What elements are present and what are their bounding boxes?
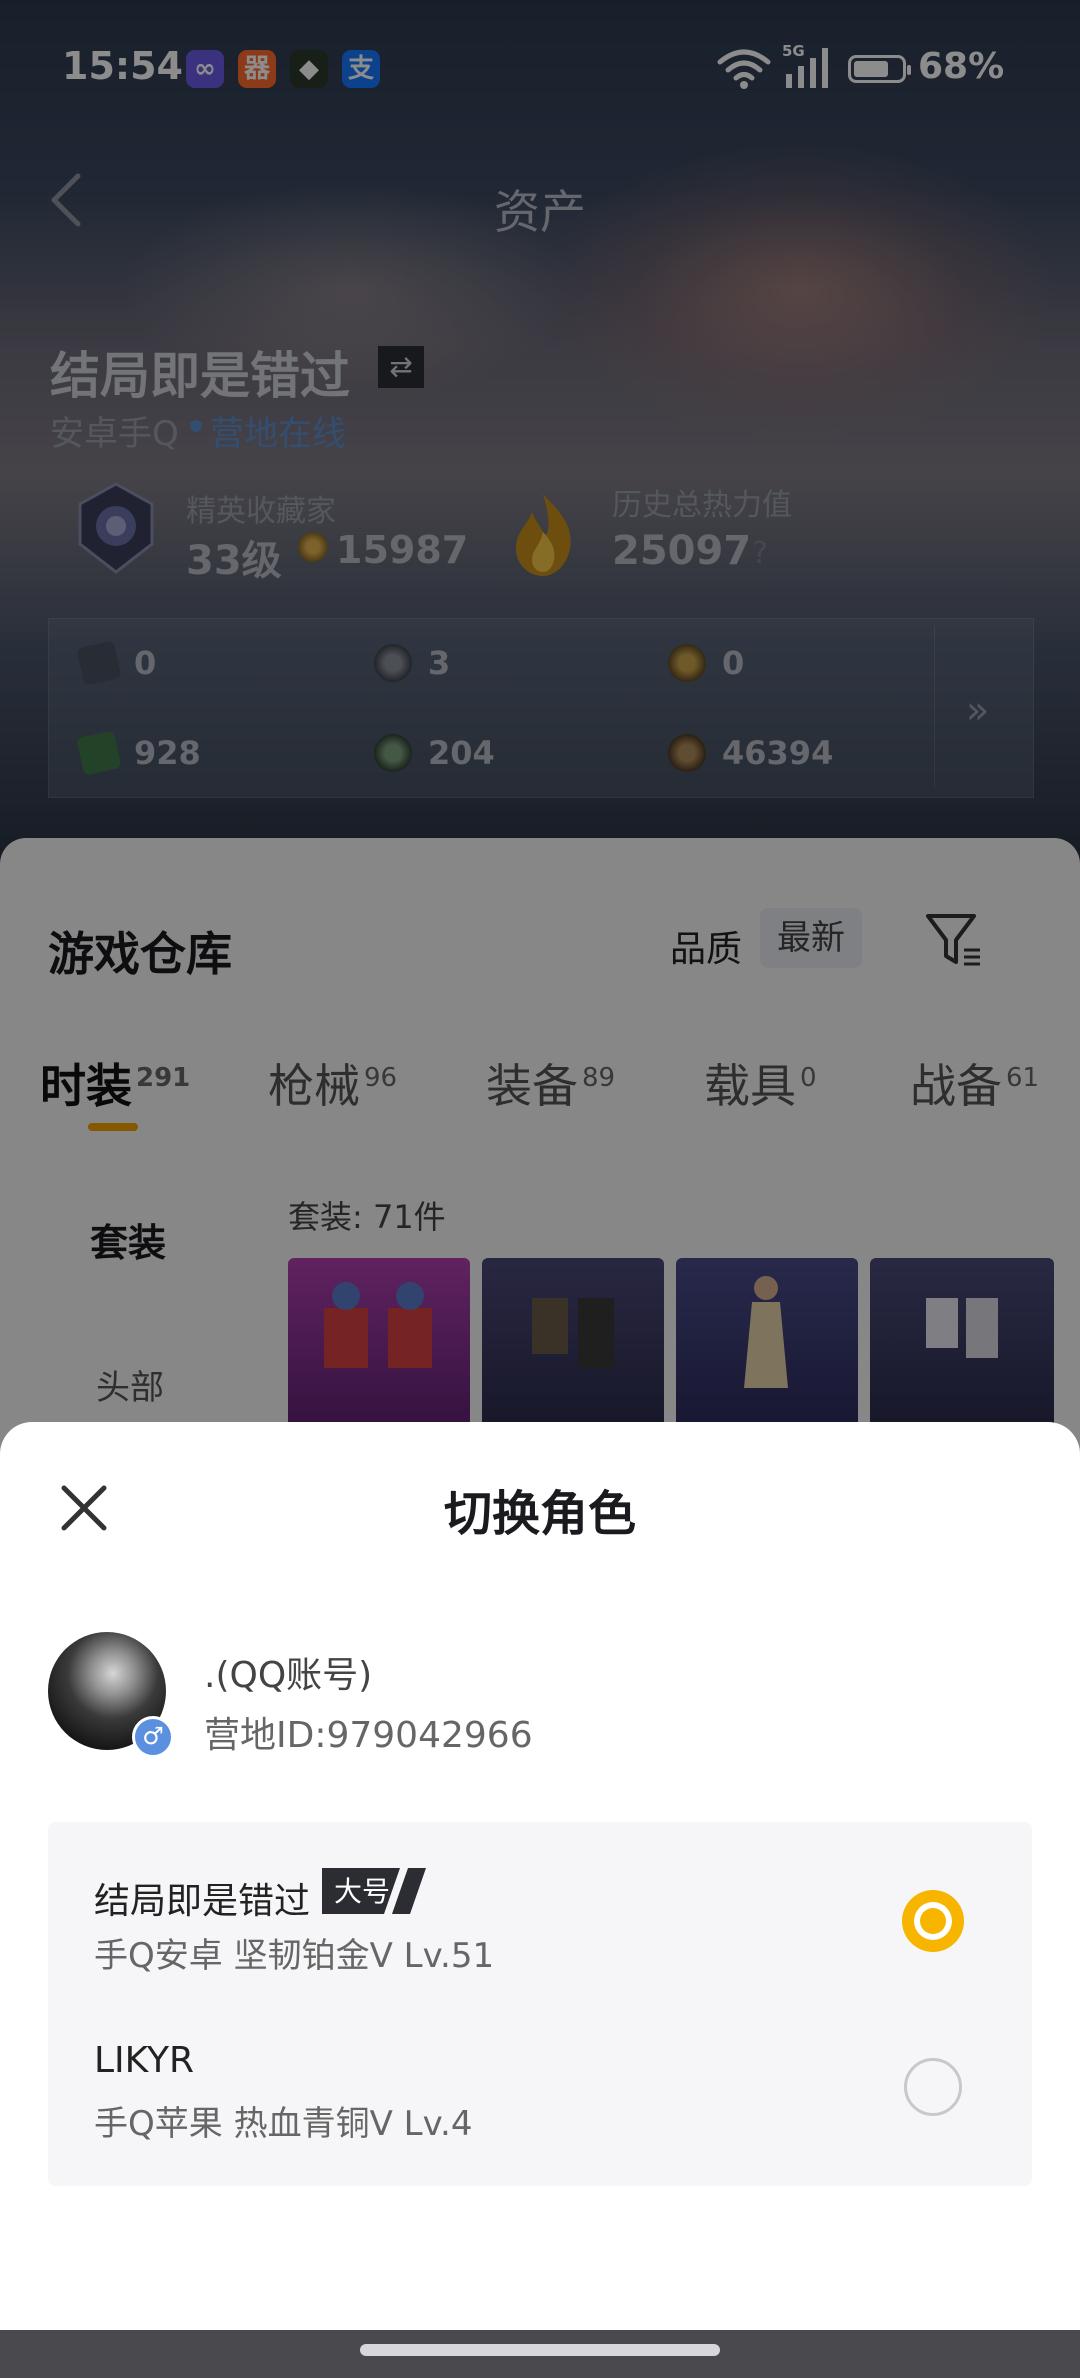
main-badge-label: 大号 bbox=[334, 1875, 390, 1908]
role-info: 手Q安卓 坚韧铂金V Lv.51 bbox=[94, 1936, 495, 1976]
role-radio-selected[interactable] bbox=[902, 1890, 964, 1952]
role-info: 手Q苹果 热血青铜V Lv.4 bbox=[94, 2104, 473, 2144]
account-name: .(QQ账号) bbox=[204, 1655, 373, 1696]
main-account-badge: 大号 bbox=[322, 1868, 426, 1914]
role-radio-unselected[interactable] bbox=[904, 2058, 962, 2116]
home-indicator[interactable] bbox=[360, 2344, 720, 2356]
male-gender-icon: ♂ bbox=[132, 1716, 174, 1758]
sheet-title: 切换角色 bbox=[443, 1486, 636, 1542]
role-name[interactable]: 结局即是错过 bbox=[94, 1872, 310, 1924]
camp-id: 营地ID:979042966 bbox=[204, 1715, 533, 1756]
role-name[interactable]: LIKYR bbox=[94, 2040, 194, 2081]
